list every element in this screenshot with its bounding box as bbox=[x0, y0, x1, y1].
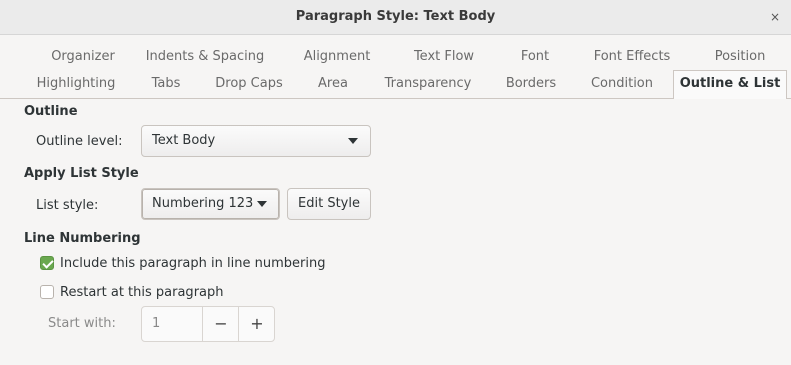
tab-font[interactable]: Font bbox=[510, 44, 560, 70]
edit-style-button[interactable]: Edit Style bbox=[287, 188, 371, 220]
start-with-label: Start with: bbox=[48, 316, 116, 331]
increment-button[interactable]: + bbox=[238, 307, 275, 341]
list-style-label: List style: bbox=[36, 198, 99, 213]
tab-indents-spacing[interactable]: Indents & Spacing bbox=[144, 44, 266, 70]
tab-highlighting[interactable]: Highlighting bbox=[30, 71, 122, 97]
tab-condition[interactable]: Condition bbox=[584, 71, 660, 97]
include-line-numbering-checkbox[interactable] bbox=[40, 256, 54, 270]
tab-organizer[interactable]: Organizer bbox=[38, 44, 128, 70]
chevron-down-icon bbox=[257, 201, 267, 207]
outline-level-value: Text Body bbox=[152, 133, 216, 148]
tab-row-2: Highlighting Tabs Drop Caps Area Transpa… bbox=[0, 70, 791, 99]
close-icon[interactable]: × bbox=[767, 9, 783, 25]
tab-tabs[interactable]: Tabs bbox=[144, 71, 188, 97]
list-style-heading: Apply List Style bbox=[24, 166, 139, 181]
tab-outline-list[interactable]: Outline & List bbox=[673, 70, 787, 99]
tab-text-flow[interactable]: Text Flow bbox=[402, 44, 486, 70]
chevron-down-icon bbox=[348, 138, 358, 144]
tab-position[interactable]: Position bbox=[700, 44, 780, 70]
restart-paragraph-label: Restart at this paragraph bbox=[60, 285, 224, 300]
tab-borders[interactable]: Borders bbox=[498, 71, 564, 97]
dialog-title: Paragraph Style: Text Body bbox=[295, 9, 496, 24]
outline-heading: Outline bbox=[24, 104, 78, 119]
start-with-input[interactable]: 1 bbox=[152, 307, 160, 341]
tab-alignment[interactable]: Alignment bbox=[296, 44, 378, 70]
tab-area[interactable]: Area bbox=[310, 71, 356, 97]
list-style-value: Numbering 123 bbox=[152, 196, 254, 211]
outline-level-dropdown[interactable]: Text Body bbox=[141, 125, 371, 157]
include-line-numbering-label: Include this paragraph in line numbering bbox=[60, 256, 326, 271]
start-with-spinner: 1 − + bbox=[141, 306, 275, 342]
tab-transparency[interactable]: Transparency bbox=[380, 71, 476, 97]
tab-font-effects[interactable]: Font Effects bbox=[583, 44, 681, 70]
tab-row-1: Organizer Indents & Spacing Alignment Te… bbox=[0, 44, 791, 70]
title-bar: Paragraph Style: Text Body × bbox=[0, 0, 791, 35]
line-numbering-heading: Line Numbering bbox=[24, 231, 141, 246]
outline-level-label: Outline level: bbox=[36, 134, 123, 149]
tab-drop-caps[interactable]: Drop Caps bbox=[210, 71, 288, 97]
decrement-button[interactable]: − bbox=[202, 307, 239, 341]
restart-paragraph-checkbox[interactable] bbox=[40, 285, 54, 299]
list-style-dropdown[interactable]: Numbering 123 bbox=[141, 188, 280, 220]
